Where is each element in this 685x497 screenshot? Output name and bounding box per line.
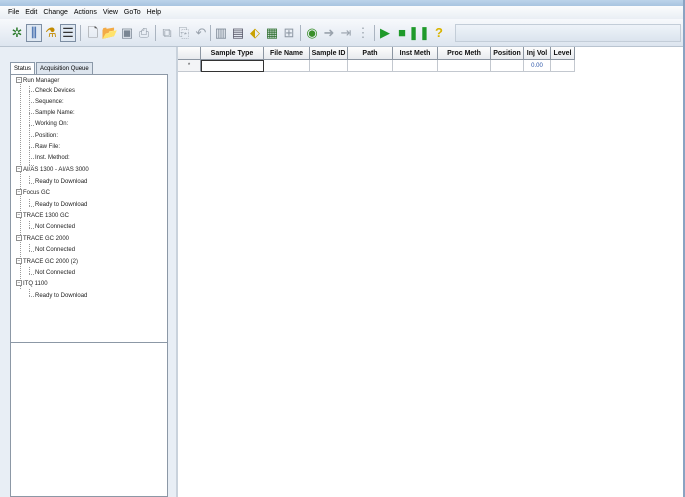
columns-icon[interactable]: ▥: [213, 24, 229, 42]
tree-item-check-devices[interactable]: Check Devices: [35, 86, 75, 97]
tree-item-status[interactable]: Ready to Download: [35, 291, 87, 302]
sample-list-icon[interactable]: ☰: [60, 24, 76, 42]
collapse-icon[interactable]: −: [16, 166, 22, 173]
tree-label: TRACE GC 2000: [23, 236, 70, 242]
column-header-sample-id[interactable]: Sample ID: [310, 47, 348, 60]
tree-item-raw-file[interactable]: Raw File:: [35, 142, 60, 153]
grid-header: Sample Type File Name Sample ID Path Ins…: [178, 47, 575, 60]
cell-sample-id[interactable]: [310, 60, 348, 72]
collapse-icon[interactable]: −: [16, 212, 22, 219]
tree-node-autosampler[interactable]: − AI/AS 1300 - AI/AS 3000: [16, 165, 89, 176]
tree-item-sample-name[interactable]: Sample Name:: [35, 108, 75, 119]
forward-icon[interactable]: ➜: [321, 24, 337, 42]
column-header-inst-meth[interactable]: Inst Meth: [393, 47, 438, 60]
tree-item-working-on[interactable]: Working On:: [35, 119, 68, 130]
column-header-level[interactable]: Level: [551, 47, 575, 60]
insert-row-icon[interactable]: ⊞: [281, 24, 297, 42]
cell-level[interactable]: [551, 60, 575, 72]
toolbar-spacer: [455, 24, 681, 42]
tree-item-status[interactable]: Not Connected: [35, 222, 75, 233]
column-header-sample-type[interactable]: Sample Type: [201, 47, 264, 60]
run-manager-icon[interactable]: ✲: [9, 24, 25, 42]
sequence-icon[interactable]: ⋮: [355, 24, 371, 42]
new-row-marker[interactable]: *: [178, 60, 201, 72]
tree-item-position[interactable]: Position:: [35, 131, 58, 142]
paste-icon[interactable]: ⎘: [176, 24, 192, 42]
print-icon[interactable]: ⎙: [136, 24, 152, 42]
column-header-position[interactable]: Position: [491, 47, 524, 60]
pause-icon[interactable]: ❚❚: [408, 24, 430, 42]
instrument-status-icon[interactable]: ⫼: [26, 24, 42, 42]
collapse-icon[interactable]: −: [16, 258, 22, 265]
column-header-file-name[interactable]: File Name: [264, 47, 310, 60]
collapse-icon[interactable]: −: [16, 189, 22, 196]
undo-icon[interactable]: ↶: [193, 24, 209, 42]
new-icon[interactable]: 🗋: [85, 24, 101, 42]
table-row[interactable]: * 0.00: [178, 60, 575, 72]
tree-item-status[interactable]: Ready to Download: [35, 200, 87, 211]
tree-label: Focus GC: [23, 190, 51, 196]
cell-proc-meth[interactable]: [438, 60, 491, 72]
tree-node-trace-1300-gc[interactable]: − TRACE 1300 GC: [16, 211, 69, 222]
menu-change[interactable]: Change: [40, 6, 71, 19]
menu-goto[interactable]: GoTo: [121, 6, 144, 19]
tree-label: AI/AS 1300 - AI/AS 3000: [23, 167, 89, 173]
column-header-path[interactable]: Path: [348, 47, 393, 60]
tree-node-itq-1100[interactable]: − ITQ 1100: [16, 279, 48, 290]
tree-label: ITQ 1100: [23, 281, 48, 287]
tree-node-focus-gc[interactable]: − Focus GC: [16, 188, 50, 199]
instrument-setup-icon[interactable]: ⚗: [43, 24, 59, 42]
toolbar: ✲ ⫼ ⚗ ☰ 🗋 📂 ▣ ⎙ ⧉ ⎘ ↶ ▥ ▤ ⬖ ▦ ⊞ ◉ ➜ ⇥ ⋮ …: [0, 19, 685, 47]
tree-node-trace-gc-2000[interactable]: − TRACE GC 2000: [16, 234, 69, 245]
backward-icon[interactable]: ⇥: [338, 24, 354, 42]
cell-inst-meth[interactable]: [393, 60, 438, 72]
column-header-inj-vol[interactable]: Inj Vol: [524, 47, 551, 60]
collapse-icon[interactable]: −: [16, 235, 22, 242]
report-icon[interactable]: ▤: [230, 24, 246, 42]
status-tree: − Run Manager Check Devices Sequence: Sam…: [10, 74, 168, 385]
menu-file[interactable]: File: [0, 6, 22, 19]
sample-grid: Sample Type File Name Sample ID Path Ins…: [178, 47, 685, 497]
menu-actions[interactable]: Actions: [71, 6, 100, 19]
tree-label: TRACE GC 2000 (2): [23, 259, 79, 265]
tree-item-inst-method[interactable]: Inst. Method:: [35, 153, 70, 164]
tag-icon[interactable]: ⬖: [247, 24, 263, 42]
tree-item-status[interactable]: Not Connected: [35, 245, 75, 256]
tree-item-sequence[interactable]: Sequence:: [35, 97, 64, 108]
collapse-icon[interactable]: −: [16, 77, 22, 84]
menu-help[interactable]: Help: [144, 6, 164, 19]
cell-file-name[interactable]: [264, 60, 310, 72]
copy-icon[interactable]: ⧉: [159, 24, 175, 42]
cell-position[interactable]: [491, 60, 524, 72]
barcode-icon[interactable]: ▦: [264, 24, 280, 42]
grid-corner[interactable]: [178, 47, 201, 60]
help-icon[interactable]: ?: [431, 24, 447, 42]
tree-item-status[interactable]: Ready to Download: [35, 177, 87, 188]
collapse-icon[interactable]: −: [16, 280, 22, 287]
column-header-proc-meth[interactable]: Proc Meth: [438, 47, 491, 60]
play-icon[interactable]: ▶: [377, 24, 393, 42]
cell-path[interactable]: [348, 60, 393, 72]
cell-sample-type[interactable]: [201, 60, 264, 72]
status-panel: Status Acquisition Queue − Run Manager Ch…: [0, 47, 176, 497]
menu-bar: File Edit Change Actions View GoTo Help: [0, 6, 685, 19]
tab-acquisition-queue[interactable]: Acquisition Queue: [36, 62, 93, 74]
open-icon[interactable]: 📂: [102, 24, 118, 42]
menu-edit[interactable]: Edit: [22, 6, 40, 19]
save-icon[interactable]: ▣: [119, 24, 135, 42]
tree-label: TRACE 1300 GC: [23, 213, 70, 219]
tree-item-status[interactable]: Not Connected: [35, 268, 75, 279]
cell-inj-vol[interactable]: 0.00: [524, 60, 551, 72]
tree-node-trace-gc-2000-2[interactable]: − TRACE GC 2000 (2): [16, 257, 78, 268]
panel-tabs: Status Acquisition Queue: [10, 62, 94, 75]
details-pane: [10, 342, 168, 497]
start-queue-icon[interactable]: ◉: [304, 24, 320, 42]
menu-view[interactable]: View: [100, 6, 121, 19]
tree-label: Run Manager: [23, 78, 60, 84]
